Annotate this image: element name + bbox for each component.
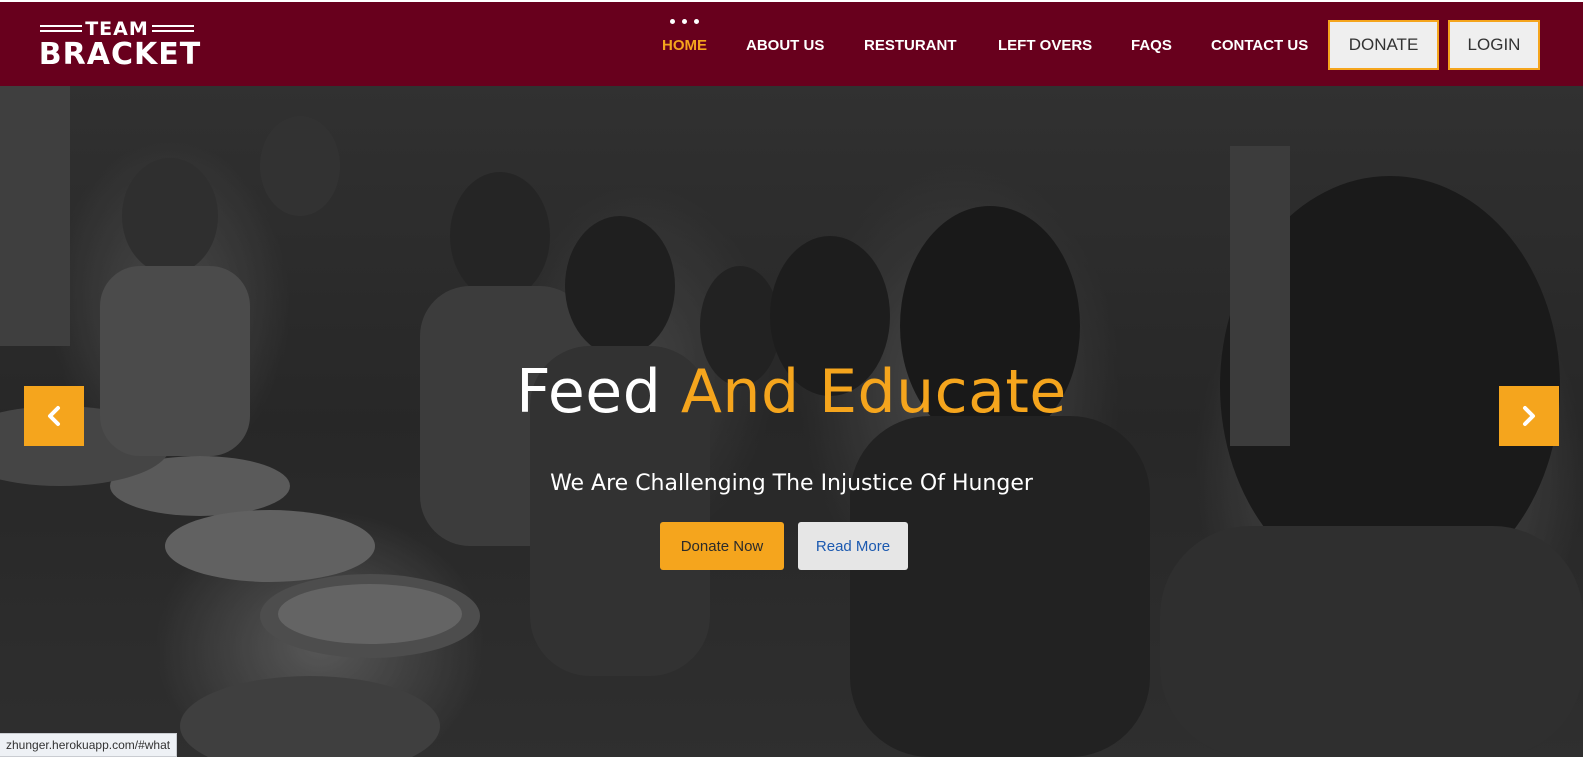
slider-next-button[interactable] (1499, 386, 1559, 446)
browser-status-url: zhunger.herokuapp.com/#what (0, 733, 178, 757)
read-more-button[interactable]: Read More (798, 522, 908, 570)
top-navbar: TEAM BRACKET HOME ABOUT US RESTURANT LEF… (0, 0, 1583, 86)
slider-prev-button[interactable] (24, 386, 84, 446)
chevron-left-icon (48, 406, 60, 426)
active-nav-dots-icon (670, 19, 700, 27)
donate-now-button[interactable]: Donate Now (660, 522, 784, 570)
hero-subtitle: We Are Challenging The Injustice Of Hung… (550, 471, 1033, 496)
logo-line (40, 25, 82, 27)
nav-faqs[interactable]: FAQS (1131, 36, 1172, 56)
logo-line (152, 30, 194, 32)
logo-bracket-text: BRACKET (38, 37, 202, 72)
hero-title: Feed And Educate (0, 356, 1583, 428)
nav-about-us[interactable]: ABOUT US (746, 36, 824, 56)
logo-line (152, 25, 194, 27)
hero-title-accent: And Educate (680, 357, 1067, 427)
nav-left-overs[interactable]: LEFT OVERS (998, 36, 1092, 56)
team-bracket-logo[interactable]: TEAM BRACKET (36, 16, 204, 72)
nav-home[interactable]: HOME (662, 36, 707, 56)
nav-resturant[interactable]: RESTURANT (864, 36, 957, 56)
donate-button[interactable]: DONATE (1328, 20, 1439, 70)
hero-slider: Feed And Educate We Are Challenging The … (0, 86, 1583, 757)
nav-contact-us[interactable]: CONTACT US (1211, 36, 1308, 56)
chevron-right-icon (1523, 406, 1535, 426)
login-button[interactable]: LOGIN (1448, 20, 1540, 70)
hero-title-white: Feed (516, 357, 662, 427)
logo-line (40, 30, 82, 32)
hero-buttons: Donate Now Read More (0, 522, 1583, 570)
